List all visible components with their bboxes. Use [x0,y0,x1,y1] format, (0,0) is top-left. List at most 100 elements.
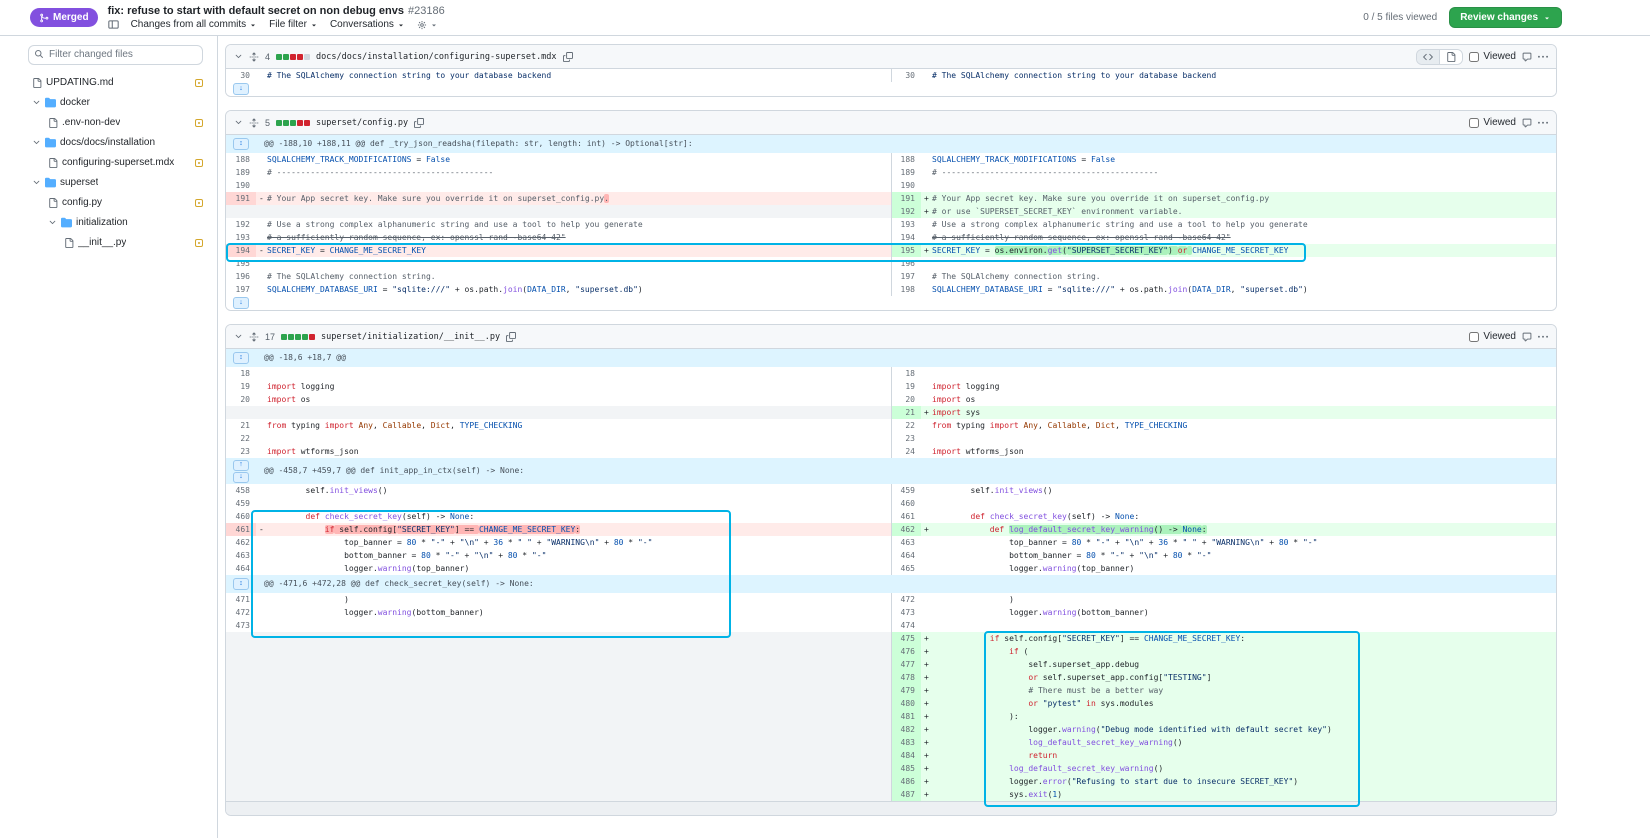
tree-folder-docker[interactable]: docker [28,93,203,113]
file-filter-input[interactable] [28,45,203,65]
line-number[interactable]: 188 [891,153,921,166]
line-number[interactable]: 23 [226,445,256,458]
line-number[interactable]: 458 [226,484,256,497]
line-number[interactable]: 192 [226,218,256,231]
viewed-toggle[interactable]: Viewed [1469,117,1516,128]
line-number[interactable]: 473 [226,619,256,632]
line-number[interactable]: 196 [226,270,256,283]
expand-up-button[interactable]: ↑ [233,460,249,471]
line-number[interactable]: 474 [891,619,921,632]
line-number[interactable]: 478 [891,671,921,684]
line-number[interactable]: 463 [891,536,921,549]
tree-folder-initialization[interactable]: initialization [28,213,203,233]
line-number[interactable]: 484 [891,749,921,762]
line-number[interactable]: 464 [891,549,921,562]
line-number[interactable]: 461 [891,510,921,523]
line-number[interactable]: 195 [226,257,256,270]
line-number[interactable]: 486 [891,775,921,788]
line-number[interactable]: 30 [226,69,256,82]
line-number[interactable]: 196 [891,257,921,270]
copy-path-button[interactable] [414,118,424,128]
line-number[interactable]: 460 [891,497,921,510]
line-number[interactable]: 22 [891,419,921,432]
expand-down-button[interactable]: ↓ [233,83,249,95]
tree-file-configuring-superset.mdx[interactable]: configuring-superset.mdx [28,153,203,173]
expand-down-button[interactable]: ↓ [233,472,249,483]
diff-settings-dropdown[interactable] [417,20,438,30]
tree-folder-superset[interactable]: superset [28,173,203,193]
collapse-file-button[interactable] [234,118,243,127]
line-number[interactable]: 20 [226,393,256,406]
file-menu-button[interactable] [1538,52,1548,62]
line-number[interactable]: 483 [891,736,921,749]
copy-path-button[interactable] [506,332,516,342]
line-number[interactable]: 479 [891,684,921,697]
line-number[interactable]: 477 [891,658,921,671]
rich-view-button[interactable] [1439,50,1462,64]
line-number[interactable]: 472 [226,606,256,619]
line-number[interactable]: 21 [226,419,256,432]
viewed-toggle[interactable]: Viewed [1469,51,1516,62]
expand-hunk-button[interactable]: ↕ [233,578,249,590]
source-view-button[interactable] [1417,50,1439,64]
expand-hunk-button[interactable]: ↕ [233,138,249,150]
copy-path-button[interactable] [563,52,573,62]
tree-folder-docs/docs/installation[interactable]: docs/docs/installation [28,133,203,153]
line-number[interactable]: 475 [891,632,921,645]
line-number[interactable]: 465 [891,562,921,575]
collapse-file-button[interactable] [234,52,243,61]
line-number[interactable]: 195 [891,244,921,257]
line-number[interactable]: 189 [891,166,921,179]
line-number[interactable]: 472 [891,593,921,606]
line-number[interactable]: 487 [891,788,921,801]
conversations-dropdown[interactable]: Conversations [330,19,405,30]
file-path[interactable]: docs/docs/installation/configuring-super… [316,52,557,62]
unfold-icon[interactable] [249,332,259,342]
line-number[interactable]: 194 [226,244,256,257]
line-number[interactable]: 24 [891,445,921,458]
file-menu-button[interactable] [1538,332,1548,342]
line-number[interactable]: 481 [891,710,921,723]
tree-file-__init__.py[interactable]: __init__.py [28,233,203,253]
line-number[interactable]: 473 [891,606,921,619]
line-number[interactable]: 197 [891,270,921,283]
line-number[interactable]: 189 [226,166,256,179]
line-number[interactable]: 23 [891,432,921,445]
line-number[interactable]: 476 [891,645,921,658]
file-filter-dropdown[interactable]: File filter [269,19,318,30]
pane-layout-icon[interactable] [108,19,119,30]
viewed-checkbox[interactable] [1469,118,1479,128]
tree-file-config.py[interactable]: config.py [28,193,203,213]
tree-file-UPDATING.md[interactable]: UPDATING.md [28,73,203,93]
collapse-file-button[interactable] [234,332,243,341]
changes-from-commits-dropdown[interactable]: Changes from all commits [131,19,258,30]
unfold-icon[interactable] [249,52,259,62]
line-number[interactable]: 188 [226,153,256,166]
line-number[interactable]: 191 [891,192,921,205]
file-path[interactable]: superset/initialization/__init__.py [321,332,500,342]
line-number[interactable]: 462 [891,523,921,536]
line-number[interactable]: 464 [226,562,256,575]
line-number[interactable]: 22 [226,432,256,445]
line-number[interactable]: 194 [891,231,921,244]
line-number[interactable]: 191 [226,192,256,205]
line-number[interactable]: 20 [891,393,921,406]
line-number[interactable]: 471 [226,593,256,606]
line-number[interactable]: 19 [226,380,256,393]
line-number[interactable]: 19 [891,380,921,393]
line-number[interactable]: 459 [891,484,921,497]
line-number[interactable]: 461 [226,523,256,536]
line-number[interactable]: 192 [891,205,921,218]
line-number[interactable]: 198 [891,283,921,296]
file-path[interactable]: superset/config.py [316,118,408,128]
line-number[interactable]: 190 [891,179,921,192]
line-number[interactable]: 459 [226,497,256,510]
comment-icon-button[interactable] [1522,332,1532,342]
line-number[interactable]: 190 [226,179,256,192]
expand-hunk-button[interactable]: ↕ [233,352,249,364]
line-number[interactable]: 482 [891,723,921,736]
line-number[interactable]: 18 [226,367,256,380]
review-changes-button[interactable]: Review changes [1449,7,1562,28]
line-number[interactable]: 460 [226,510,256,523]
line-number[interactable]: 480 [891,697,921,710]
